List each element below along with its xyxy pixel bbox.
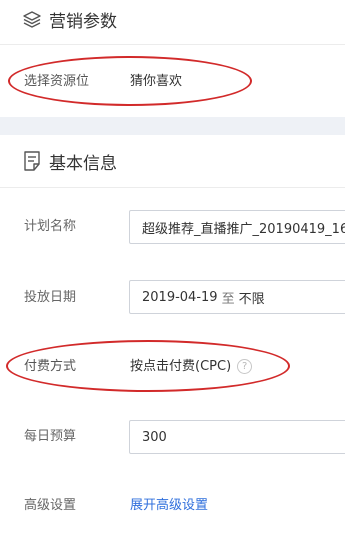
section-gap (0, 117, 345, 135)
divider (0, 187, 345, 188)
help-icon[interactable]: ? (237, 359, 253, 374)
resource-label: 选择资源位 (24, 74, 90, 89)
pay-method-value-wrap: 按点击付费(CPC)? (130, 358, 253, 376)
marketing-header: 营销参数 (22, 6, 117, 32)
layers-icon (22, 9, 42, 29)
marketing-title: 营销参数 (49, 11, 117, 32)
plan-name-input[interactable]: 超级推荐_直播推广_20190419_16 (129, 210, 345, 244)
document-icon (22, 151, 42, 171)
advanced-settings-label: 高级设置 (24, 498, 77, 513)
plan-name-label: 计划名称 (24, 219, 77, 234)
resource-value[interactable]: 猜你喜欢 (130, 73, 182, 91)
daily-budget-input[interactable]: 300 (129, 420, 345, 454)
basic-info-header: 基本信息 (22, 148, 117, 174)
expand-advanced-settings-link[interactable]: 展开高级设置 (130, 497, 208, 515)
pay-method-label: 付费方式 (24, 359, 77, 374)
basic-info-title: 基本信息 (49, 153, 117, 174)
date-label: 投放日期 (24, 290, 77, 305)
divider (0, 44, 345, 45)
date-end: 不限 (238, 291, 265, 307)
basic-info-section: 基本信息 计划名称 超级推荐_直播推广_20190419_16 投放日期 201… (0, 135, 345, 543)
date-separator: 至 (221, 291, 235, 307)
date-start: 2019-04-19 (142, 289, 218, 305)
daily-budget-value: 300 (142, 429, 167, 445)
daily-budget-label: 每日预算 (24, 429, 77, 444)
plan-name-value: 超级推荐_直播推广_20190419_16 (142, 221, 345, 237)
pay-method-value: 按点击付费(CPC) (130, 359, 232, 374)
marketing-section: 营销参数 选择资源位 猜你喜欢 (0, 0, 345, 117)
date-range-picker[interactable]: 2019-04-19 至 不限 (129, 280, 345, 314)
